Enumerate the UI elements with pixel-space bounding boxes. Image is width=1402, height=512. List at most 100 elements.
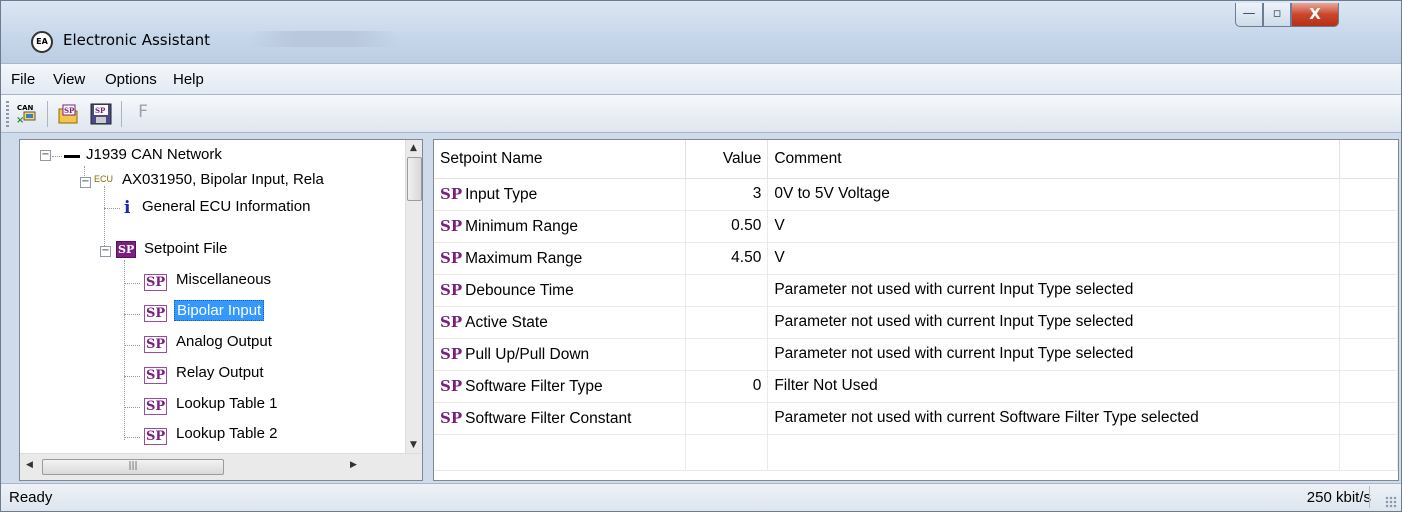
tree-item-lookup-table-1[interactable]: Lookup Table 1 [176,395,277,412]
value-cell[interactable]: 4.50 [685,242,769,275]
column-header-empty [1339,140,1398,179]
empty-cell [1339,338,1398,371]
table-row[interactable]: SP Pull Up/Pull Down Parameter not used w… [434,338,1398,371]
table-row[interactable]: SP Minimum Range 0.50 V [434,210,1398,243]
title-bar[interactable]: EA Electronic Assistant — ▫ X [1,1,1401,63]
tree-item-relay-output[interactable]: Relay Output [176,364,264,381]
sp-icon: SP [440,184,463,203]
menu-options[interactable]: Options [105,71,157,88]
tree-connector [124,314,140,315]
tree-item-setpoint-file[interactable]: Setpoint File [144,240,227,257]
tree-connector [124,345,140,346]
table-row[interactable]: SP Maximum Range 4.50 V [434,242,1398,275]
setpoint-name-cell: SP Software Filter Type [434,370,687,403]
tree-connector [104,208,120,209]
scroll-down-icon[interactable]: ▼ [410,440,417,450]
value-cell[interactable] [685,274,769,307]
setpoint-name: Active State [465,313,548,331]
value-cell[interactable]: 0 [685,370,769,403]
panel-splitter[interactable] [425,139,433,481]
tree-connector [124,283,140,284]
comment-cell: Parameter not used with current Input Ty… [767,338,1341,371]
scroll-left-icon[interactable]: ◀ [26,460,33,470]
setpoint-name: Minimum Range [465,217,578,235]
column-header-setpoint-name[interactable]: Setpoint Name [434,140,687,179]
tree-item-network[interactable]: J1939 CAN Network [86,146,222,163]
baud-rate-indicator: 250 kbit/s [1306,489,1371,506]
setpoint-name: Pull Up/Pull Down [465,345,590,363]
flash-button[interactable]: F [131,102,155,126]
value-cell[interactable]: 3 [685,178,769,211]
tree-connector [52,156,62,157]
table-row[interactable]: SP Debounce Time Parameter not used with … [434,274,1398,307]
empty-cell [767,434,1341,471]
svg-text:CAN: CAN [17,104,34,112]
menu-help[interactable]: Help [173,71,204,88]
setpoint-file-icon: SP [116,241,137,258]
sp-icon: SP [440,344,463,363]
empty-cell [1339,370,1398,403]
can-connect-button[interactable]: CAN × [15,102,39,126]
tree-item-bipolar-input[interactable]: Bipolar Input [174,300,265,321]
value-cell[interactable] [685,402,769,435]
setpoint-name-cell: SP Active State [434,306,687,339]
setpoint-name: Software Filter Type [465,377,603,395]
scroll-up-icon[interactable]: ▲ [410,143,417,153]
ecu-tree[interactable]: − J1939 CAN Network − ECU AX031950, Bipo… [19,139,423,481]
table-row[interactable]: SP Input Type 3 0V to 5V Voltage [434,178,1398,211]
table-row[interactable]: SP Software Filter Constant Parameter not… [434,402,1398,435]
setpoint-name: Software Filter Constant [465,409,632,427]
vertical-scroll-thumb[interactable] [407,157,422,201]
close-button[interactable]: X [1291,3,1339,27]
collapse-toggle[interactable]: − [100,246,111,257]
sp-icon: SP [440,312,463,331]
svg-text:SP: SP [64,106,75,115]
setpoint-table-panel: Setpoint Name Value Comment SP Input Type… [433,139,1399,481]
maximize-button[interactable]: ▫ [1263,3,1291,27]
tree-item-general-info[interactable]: General ECU Information [142,198,310,215]
tree-item-lookup-table-2[interactable]: Lookup Table 2 [176,425,277,442]
sp-icon: SP [440,216,463,235]
scroll-right-icon[interactable]: ▶ [350,460,357,470]
status-bar: Ready 250 kbit/s [1,483,1401,511]
tree-vertical-scrollbar[interactable]: ▲ ▼ [405,140,422,453]
empty-cell [1339,210,1398,243]
horizontal-scroll-thumb[interactable]: ||| [42,459,224,475]
setpoint-name-cell: SP Debounce Time [434,274,687,307]
setpoint-table: Setpoint Name Value Comment SP Input Type… [434,140,1398,471]
value-cell[interactable] [685,306,769,339]
collapse-toggle[interactable]: − [80,177,91,188]
tree-item-analog-output[interactable]: Analog Output [176,333,272,350]
menu-file[interactable]: File [11,71,35,88]
column-header-comment[interactable]: Comment [767,140,1341,179]
setpoint-name-cell: SP Maximum Range [434,242,687,275]
menu-view[interactable]: View [53,71,85,88]
tree-item-miscellaneous[interactable]: Miscellaneous [176,271,271,288]
empty-cell [1339,306,1398,339]
sp-icon: SP [144,336,168,353]
value-cell[interactable]: 0.50 [685,210,769,243]
sp-icon: SP [440,280,463,299]
comment-cell: 0V to 5V Voltage [767,178,1341,211]
collapse-toggle[interactable]: − [40,150,51,161]
setpoint-name-cell: SP Pull Up/Pull Down [434,338,687,371]
value-cell[interactable] [685,338,769,371]
tree-item-ecu[interactable]: AX031950, Bipolar Input, Rela [122,171,324,188]
comment-cell: Parameter not used with current Input Ty… [767,306,1341,339]
sp-icon: SP [144,428,168,445]
resize-grip-icon[interactable] [1385,496,1397,508]
save-setpoint-button[interactable]: SP [89,102,113,126]
sp-icon: SP [440,376,463,395]
open-setpoint-button[interactable]: SP [57,102,81,126]
comment-cell: V [767,210,1341,243]
tree-connector [124,376,140,377]
comment-cell: V [767,242,1341,275]
tree-horizontal-scrollbar[interactable]: ◀ ||| ▶ [20,453,422,480]
toolbar-grip[interactable] [6,101,9,127]
tree-connector [104,186,105,254]
can-network-icon: CAN × [16,104,36,126]
table-row[interactable]: SP Active State Parameter not used with c… [434,306,1398,339]
column-header-value[interactable]: Value [685,140,769,179]
table-row[interactable]: SP Software Filter Type 0 Filter Not Used [434,370,1398,403]
minimize-button[interactable]: — [1235,3,1263,27]
